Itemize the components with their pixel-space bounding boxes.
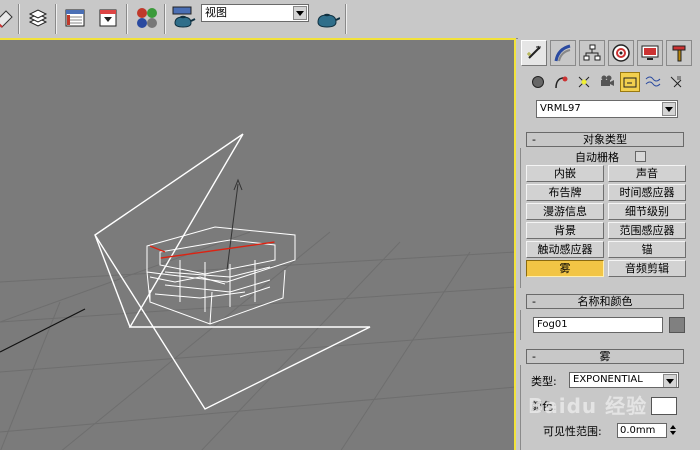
object-name-field[interactable]: Fog01 [533,317,663,333]
fog-rollout-header[interactable]: - 雾 [526,349,684,364]
fog-button[interactable]: 雾 [526,260,604,277]
view-select[interactable]: 视图 [201,4,309,22]
display-icon [641,45,659,60]
create-icon [527,45,541,59]
shapes-icon[interactable] [551,72,571,92]
perspective-viewport[interactable] [0,38,516,450]
lod-button[interactable]: 细节级别 [608,203,686,220]
systems-icon[interactable] [666,72,686,92]
main-toolbar: 视图 [0,0,700,39]
helpers-icon[interactable] [620,72,640,92]
name-color-rollout: Fog01 [520,310,691,340]
chevron-down-icon[interactable] [293,6,307,20]
toolbar-separator [55,4,57,34]
sound-button[interactable]: 声音 [608,165,686,182]
home-grid [0,231,514,450]
motion-tab[interactable] [608,40,634,66]
anchor-button[interactable]: 锚 [608,241,686,258]
hierarchy-tab[interactable] [579,40,605,66]
time-sensor-button[interactable]: 时间感应器 [608,184,686,201]
object-type-rollout: 自动栅格 内嵌 声音 布告牌 时间感应器 漫游信息 细节级别 背景 范围感应器 … [520,148,691,288]
cameras-icon[interactable] [597,72,617,92]
fog-type-select[interactable]: EXPONENTIAL [569,372,679,388]
baidu-watermark: Baidu 经验 [528,394,648,418]
layers-icon[interactable] [25,4,51,32]
modify-tab[interactable] [550,40,576,66]
chevron-down-icon[interactable] [663,374,677,387]
chevron-down-icon[interactable] [662,102,676,116]
geometry-icon[interactable] [528,72,548,92]
name-color-rollout-header[interactable]: - 名称和颜色 [526,294,684,309]
category-select-value: VRML97 [540,103,581,114]
toolbar-separator [18,4,20,34]
toolbar-separator [345,4,347,34]
auto-grid-checkbox[interactable] [635,151,646,162]
hierarchy-icon [583,44,601,61]
render-scene-icon[interactable] [170,4,196,32]
object-color-swatch[interactable] [669,317,685,333]
create-tab[interactable] [521,40,547,66]
touch-sensor-button[interactable]: 触动感应器 [526,241,604,258]
spinner-arrows-icon[interactable] [668,423,678,438]
utilities-tab[interactable] [666,40,692,66]
collapse-icon: - [532,350,536,363]
fog-color-swatch[interactable] [651,397,677,415]
material-editor-icon[interactable] [134,4,160,32]
background-button[interactable]: 背景 [526,222,604,239]
category-select[interactable]: VRML97 [536,100,678,118]
hammer-icon [672,45,686,62]
quick-render-icon[interactable] [314,4,340,32]
collapse-icon: - [532,133,536,146]
name-color-title: 名称和颜色 [577,295,633,308]
proximity-sensor-button[interactable]: 范围感应器 [608,222,686,239]
auto-grid-label: 自动栅格 [575,151,619,164]
motion-icon [612,44,630,62]
fog-type-label: 类型: [531,375,557,388]
view-select-value: 视图 [205,6,227,19]
toolbar-separator [126,4,128,34]
object-type-title: 对象类型 [583,133,627,146]
transform-gizmo[interactable] [149,178,275,271]
schematic-view-icon[interactable] [95,4,121,32]
fog-title: 雾 [599,350,611,363]
space-warps-icon[interactable] [643,72,663,92]
viewport-scene [0,133,514,450]
eraser-icon[interactable] [0,4,14,32]
billboard-button[interactable]: 布告牌 [526,184,604,201]
fog-type-value: EXPONENTIAL [573,374,643,385]
track-view-icon[interactable] [62,4,88,32]
visibility-range-label: 可见性范围: [543,425,602,438]
command-panel: VRML97 - 对象类型 自动栅格 内嵌 声音 布告牌 时间感应器 漫游信息 … [518,38,700,450]
collapse-icon: - [532,295,536,308]
visibility-range-spinner[interactable]: 0.0mm [617,423,667,438]
navinfo-button[interactable]: 漫游信息 [526,203,604,220]
fog-helper[interactable] [94,133,371,410]
object-type-rollout-header[interactable]: - 对象类型 [526,132,684,147]
modify-icon [554,44,571,62]
audio-clip-button[interactable]: 音频剪辑 [608,260,686,277]
lights-icon[interactable] [574,72,594,92]
inline-button[interactable]: 内嵌 [526,165,604,182]
toolbar-separator [164,4,166,34]
model-wireframe[interactable] [146,226,296,325]
display-tab[interactable] [637,40,663,66]
